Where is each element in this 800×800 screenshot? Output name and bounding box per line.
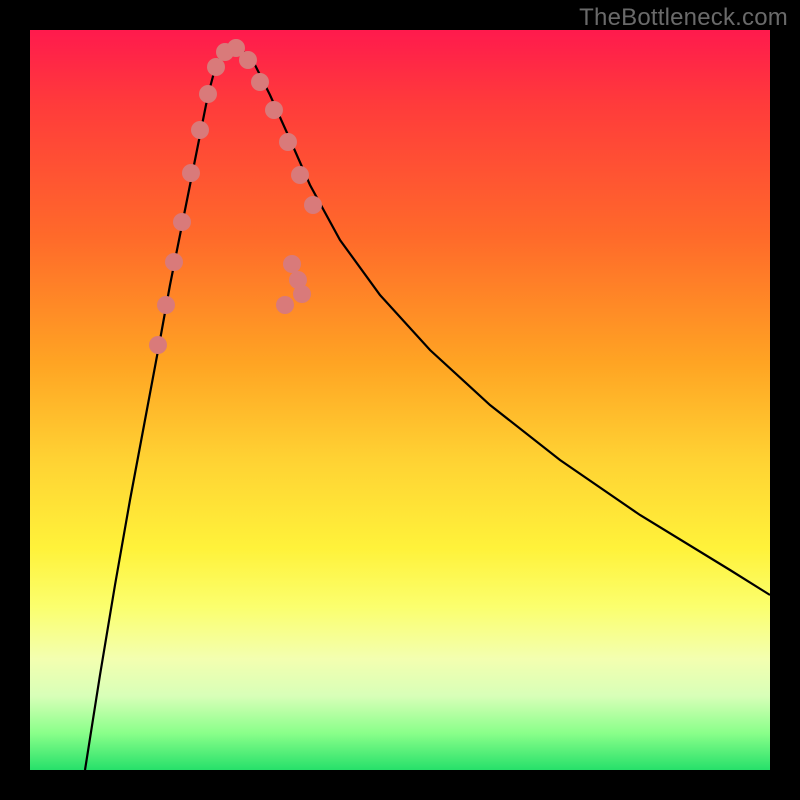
highlight-dot: [149, 336, 167, 354]
highlight-dot: [173, 213, 191, 231]
highlight-dot: [304, 196, 322, 214]
highlight-dot: [291, 166, 309, 184]
highlight-dot: [165, 253, 183, 271]
chart-frame: TheBottleneck.com: [0, 0, 800, 800]
highlight-dot: [279, 133, 297, 151]
highlight-dot: [265, 101, 283, 119]
highlight-dot: [293, 285, 311, 303]
watermark-text: TheBottleneck.com: [579, 4, 788, 32]
plot-area: [30, 30, 770, 770]
highlight-dot: [182, 164, 200, 182]
highlight-dot: [207, 58, 225, 76]
highlight-dot: [283, 255, 301, 273]
highlight-dot: [239, 51, 257, 69]
highlight-dot: [199, 85, 217, 103]
bottleneck-curve-path: [85, 46, 770, 770]
highlight-dots-group: [149, 39, 322, 354]
highlight-dot: [191, 121, 209, 139]
curve-svg: [30, 30, 770, 770]
highlight-dot: [276, 296, 294, 314]
highlight-dot: [157, 296, 175, 314]
highlight-dot: [251, 73, 269, 91]
